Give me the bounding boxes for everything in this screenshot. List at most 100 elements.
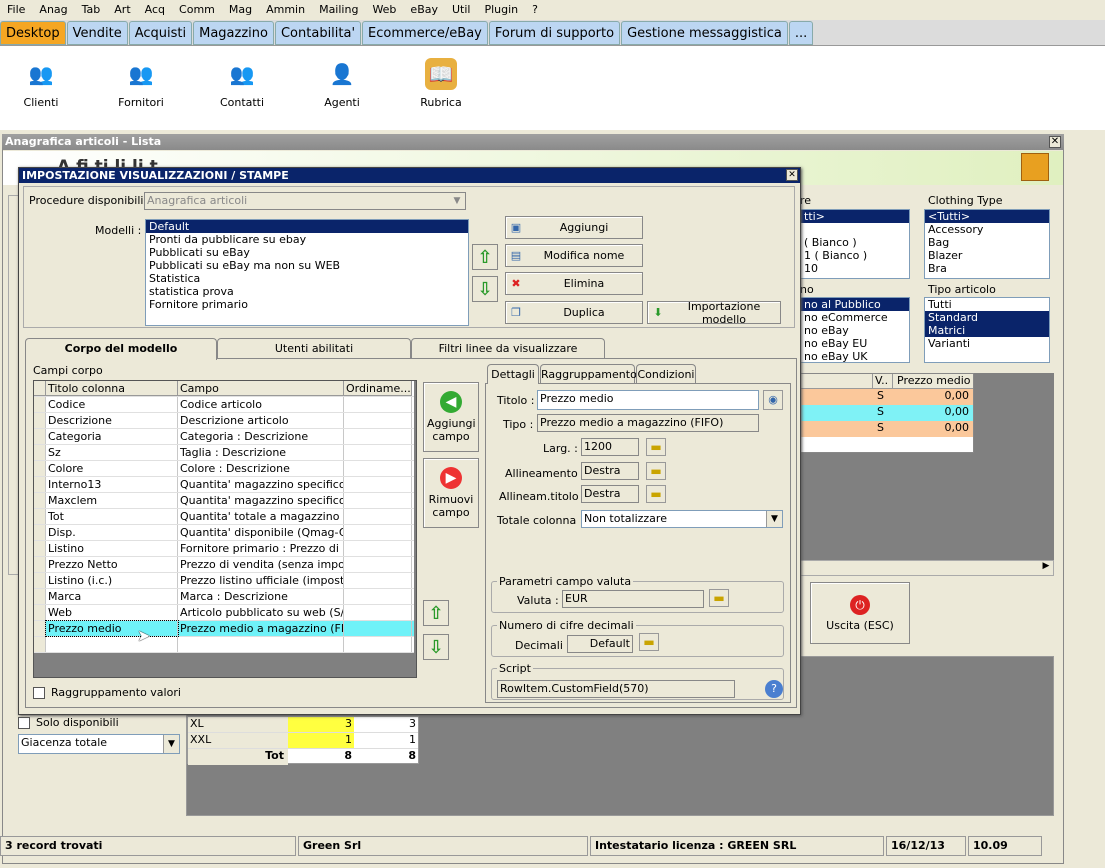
fornitori-shortcut[interactable]: 👥 Fornitori bbox=[101, 58, 181, 109]
list-item[interactable]: Tutti bbox=[925, 298, 1049, 311]
larg-folder-icon[interactable]: ▬ bbox=[646, 438, 666, 456]
modello-item[interactable]: Pubblicati su eBay ma non su WEB bbox=[146, 259, 468, 272]
list-item[interactable]: no eCommerce bbox=[801, 311, 909, 324]
checkbox-box[interactable] bbox=[18, 716, 30, 729]
menu-item[interactable]: Art bbox=[107, 3, 137, 16]
allineamento-titolo-field[interactable]: Destra bbox=[581, 485, 639, 503]
list-item[interactable]: Bra bbox=[925, 262, 1049, 275]
tipo-articolo-list[interactable]: Tutti Standard Matrici Varianti bbox=[924, 297, 1050, 363]
list-item[interactable]: no eBay UK bbox=[801, 350, 909, 363]
table-row[interactable]: Maxclem Quantita' magazzino specifico bbox=[34, 493, 414, 509]
rubrica-shortcut[interactable]: 📖 Rubrica bbox=[401, 58, 481, 109]
rimuovi-campo-button[interactable]: ▶ Rimuovi campo bbox=[423, 458, 479, 528]
table-row-empty[interactable] bbox=[34, 637, 414, 653]
menu-item[interactable]: ? bbox=[525, 3, 545, 16]
table-row[interactable]: Sz Taglia : Descrizione bbox=[34, 445, 414, 461]
table-row[interactable]: Categoria Categoria : Descrizione bbox=[34, 429, 414, 445]
list-item[interactable]: 1 ( Bianco ) bbox=[801, 249, 909, 262]
modello-item[interactable]: Fornitore primario bbox=[146, 298, 468, 311]
table-row[interactable]: Codice Codice articolo bbox=[34, 397, 414, 413]
raggruppamento-valori-checkbox[interactable]: Raggruppamento valori bbox=[33, 686, 181, 699]
menu-item[interactable]: Acq bbox=[138, 3, 172, 16]
list-item[interactable]: Varianti bbox=[925, 337, 1049, 350]
menu-item[interactable]: Mag bbox=[222, 3, 259, 16]
chevron-down-icon[interactable]: ▼ bbox=[163, 735, 179, 753]
modello-item[interactable]: Default bbox=[146, 220, 468, 233]
modello-item[interactable]: Statistica bbox=[146, 272, 468, 285]
raggr-checkbox-box[interactable] bbox=[33, 686, 45, 699]
column-header[interactable]: Campo bbox=[178, 381, 344, 396]
campi-grid[interactable]: Titolo colonna Campo Ordiname... Codice Codi… bbox=[33, 380, 417, 678]
list-item[interactable] bbox=[801, 223, 909, 236]
table-row[interactable]: Descrizione Descrizione articolo bbox=[34, 413, 414, 429]
clienti-shortcut[interactable]: 👥 Clienti bbox=[1, 58, 81, 109]
subtab-raggruppamento[interactable]: Raggruppamento bbox=[540, 364, 637, 384]
column-header[interactable]: Titolo colonna bbox=[46, 381, 178, 396]
modello-item[interactable]: statistica prova bbox=[146, 285, 468, 298]
list-item[interactable]: no al Pubblico bbox=[801, 298, 909, 311]
allint-folder-icon[interactable]: ▬ bbox=[646, 485, 666, 503]
modifica-nome-button[interactable]: ▤ Modifica nome bbox=[505, 244, 643, 267]
allin-folder-icon[interactable]: ▬ bbox=[646, 462, 666, 480]
menu-item[interactable]: Comm bbox=[172, 3, 222, 16]
menu-item[interactable]: Web bbox=[365, 3, 403, 16]
allineamento-field[interactable]: Destra bbox=[581, 462, 639, 480]
menu-item[interactable]: File bbox=[0, 3, 32, 16]
solo-disponibili-checkbox[interactable]: Solo disponibili bbox=[18, 716, 119, 729]
tab-filtri-linee[interactable]: Filtri linee da visualizzare bbox=[411, 338, 605, 358]
table-row[interactable]: Listino (i.c.) Prezzo listino ufficiale (… bbox=[34, 573, 414, 589]
elimina-button[interactable]: ✖ Elimina bbox=[505, 272, 643, 295]
move-up-button[interactable]: ⇧ bbox=[472, 244, 498, 270]
menu-item[interactable]: Tab bbox=[75, 3, 108, 16]
clothing-type-list[interactable]: <Tutti> Accessory Bag Blazer Bra bbox=[924, 209, 1050, 279]
main-tab[interactable]: Desktop bbox=[0, 21, 66, 45]
duplica-button[interactable]: ❐ Duplica bbox=[505, 301, 643, 324]
valuta-folder-icon[interactable]: ▬ bbox=[709, 589, 729, 607]
main-tab[interactable]: Magazzino bbox=[193, 21, 274, 45]
globe-icon[interactable]: ◉ bbox=[763, 390, 783, 410]
aggiungi-modello-button[interactable]: ▣ Aggiungi bbox=[505, 216, 643, 239]
importazione-modello-button[interactable]: ⬇ Importazione modello bbox=[647, 300, 781, 326]
close-icon[interactable]: ✕ bbox=[1049, 136, 1061, 148]
table-row[interactable]: Prezzo Netto Prezzo di vendita (senza imp… bbox=[34, 557, 414, 573]
menu-item[interactable]: Util bbox=[445, 3, 477, 16]
table-row[interactable]: Listino Fornitore primario : Prezzo di li… bbox=[34, 541, 414, 557]
list-item[interactable]: Bag bbox=[925, 236, 1049, 249]
modelli-list[interactable]: Default Pronti da pubblicare su ebay Pubbl… bbox=[145, 219, 469, 326]
tab-corpo-modello[interactable]: Corpo del modello bbox=[25, 338, 217, 360]
field-up-button[interactable]: ⇧ bbox=[423, 600, 449, 626]
titolo-input[interactable]: Prezzo medio bbox=[537, 390, 759, 410]
giacenza-select[interactable]: Giacenza totale ▼ bbox=[18, 734, 180, 754]
procedure-chevron-icon[interactable]: ▼ bbox=[449, 193, 465, 209]
menu-item[interactable]: Anag bbox=[32, 3, 74, 16]
decimali-field[interactable]: Default bbox=[567, 635, 633, 653]
list-item[interactable]: Accessory bbox=[925, 223, 1049, 236]
script-field[interactable]: RowItem.CustomField(570) bbox=[497, 680, 735, 698]
valuta-field[interactable]: EUR bbox=[562, 590, 704, 608]
exit-button[interactable]: ⏻ Uscita (ESC) bbox=[810, 582, 910, 644]
help-icon[interactable]: ? bbox=[765, 680, 783, 698]
subtab-dettagli[interactable]: Dettagli bbox=[487, 364, 539, 384]
aggiungi-campo-button[interactable]: ◀ Aggiungi campo bbox=[423, 382, 479, 452]
menu-item[interactable]: Plugin bbox=[477, 3, 525, 16]
procedure-select[interactable]: Anagrafica articoli ▼ bbox=[144, 192, 466, 210]
list-item[interactable]: no eBay EU bbox=[801, 337, 909, 350]
menu-item[interactable]: eBay bbox=[403, 3, 445, 16]
agenti-shortcut[interactable]: 👤 Agenti bbox=[302, 58, 382, 109]
table-row[interactable]: S 0,00 bbox=[801, 421, 973, 437]
column-header[interactable]: Ordiname... bbox=[344, 381, 412, 396]
main-tab[interactable]: Gestione messaggistica bbox=[621, 21, 788, 45]
larg-field[interactable]: 1200 bbox=[581, 438, 639, 456]
main-tab[interactable]: Vendite bbox=[66, 21, 128, 45]
list-item[interactable]: Standard bbox=[925, 311, 1049, 324]
list-item[interactable]: Matrici bbox=[925, 324, 1049, 337]
modello-item[interactable]: Pubblicati su eBay bbox=[146, 246, 468, 259]
menu-item[interactable]: Mailing bbox=[312, 3, 365, 16]
field-down-button[interactable]: ⇩ bbox=[423, 634, 449, 660]
main-tab[interactable]: Acquisti bbox=[128, 21, 193, 45]
subtab-condizioni[interactable]: Condizioni bbox=[636, 364, 696, 384]
list-item[interactable]: tti> bbox=[801, 210, 909, 223]
modello-item[interactable]: Pronti da pubblicare su ebay bbox=[146, 233, 468, 246]
move-down-button[interactable]: ⇩ bbox=[472, 276, 498, 302]
main-tab[interactable]: Ecommerce/eBay bbox=[362, 21, 488, 45]
